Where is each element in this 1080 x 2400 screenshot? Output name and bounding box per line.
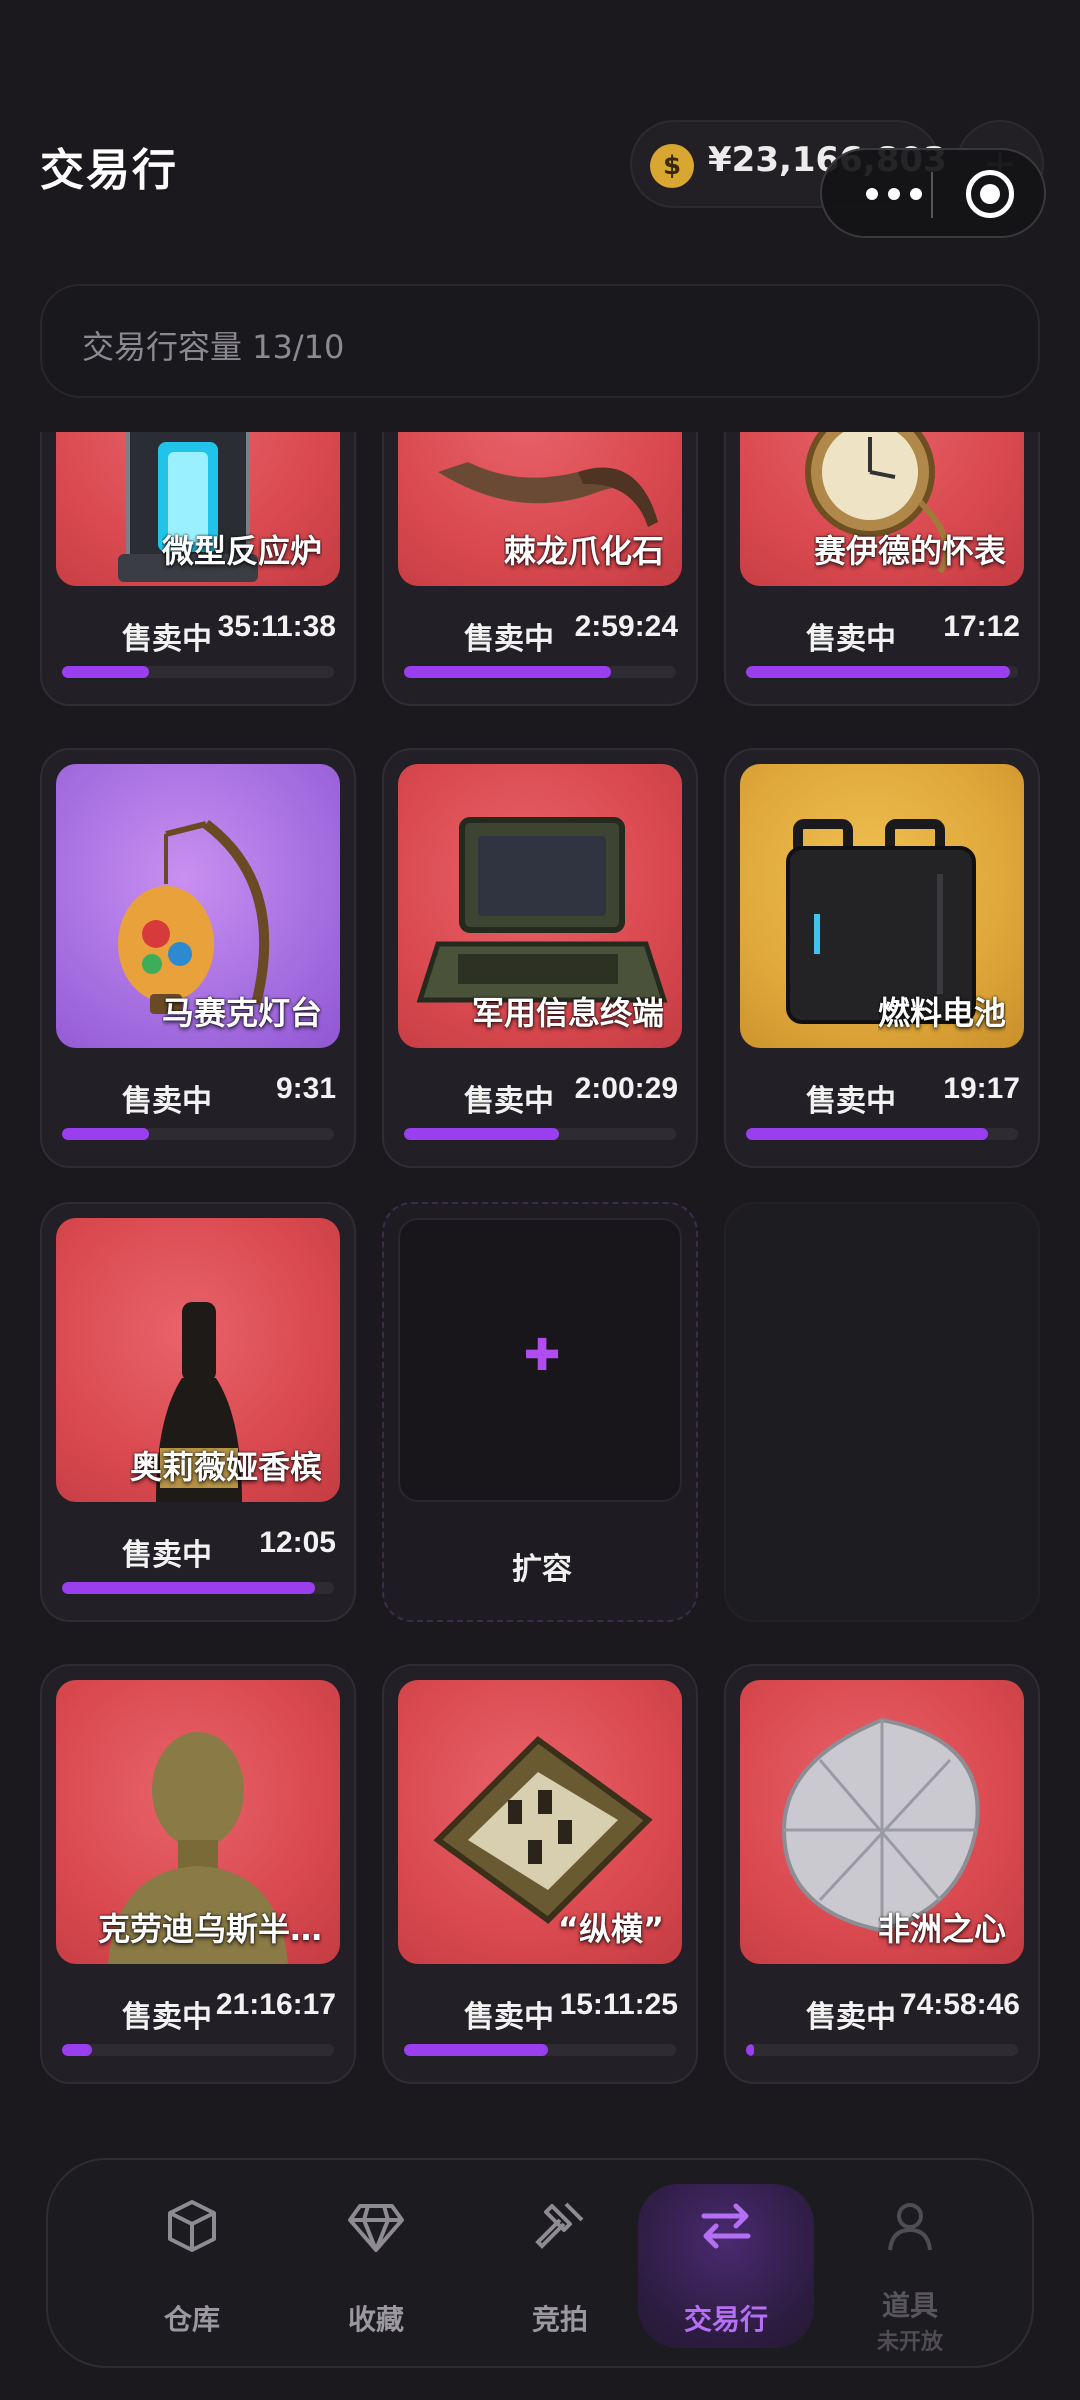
countdown-timer: 12:05 xyxy=(259,1526,336,1559)
listing-card[interactable]: “纵横” 售卖中 15:11:25 xyxy=(382,1664,698,2084)
item-thumbnail: 军用信息终端 xyxy=(398,764,682,1048)
sale-progress-bar xyxy=(62,1128,334,1140)
item-name: 燃料电池 xyxy=(877,994,1006,1032)
item-thumbnail: 赛伊德的怀表 xyxy=(740,432,1024,586)
countdown-timer: 74:58:46 xyxy=(899,1988,1020,2021)
item-thumbnail: 非洲之心 xyxy=(740,1680,1024,1964)
item-thumbnail: 奥莉薇娅香槟 xyxy=(56,1218,340,1502)
item-name: “纵横” xyxy=(557,1910,664,1948)
item-name: 军用信息终端 xyxy=(471,994,664,1032)
tab-props: 道具 未开放 xyxy=(818,2160,1002,2370)
item-name: 克劳迪乌斯半… xyxy=(97,1910,322,1948)
expand-slot: ✚ xyxy=(398,1218,682,1502)
sale-progress-bar xyxy=(746,666,1018,678)
countdown-timer: 35:11:38 xyxy=(217,610,336,643)
item-thumbnail: 克劳迪乌斯半… xyxy=(56,1680,340,1964)
expand-capacity-button[interactable]: ✚ 扩容 xyxy=(382,1202,698,1622)
capsule-divider xyxy=(931,172,933,218)
tab-label: 仓库 xyxy=(163,2303,220,2336)
expand-label: 扩容 xyxy=(512,1552,572,1587)
item-thumbnail: 微型反应炉 xyxy=(56,432,340,586)
status-label: 售卖中 xyxy=(122,2000,212,2035)
capacity-bar: 交易行容量 13/10 xyxy=(40,284,1040,398)
sale-progress-bar xyxy=(746,1128,1018,1140)
listing-card[interactable]: 奥莉薇娅香槟 售卖中 12:05 xyxy=(40,1202,356,1622)
listing-card[interactable]: 军用信息终端 售卖中 2:00:29 xyxy=(382,748,698,1168)
status-label: 售卖中 xyxy=(464,622,554,657)
tab-trading-house[interactable]: 交易行 xyxy=(638,2160,822,2370)
sale-progress-bar xyxy=(404,2044,676,2056)
sale-progress-bar xyxy=(62,666,334,678)
person-icon xyxy=(888,2203,932,2251)
listing-grid: 微型反应炉 售卖中 35:11:38 棘龙爪化石 售卖中 2:59:24 赛伊德… xyxy=(0,432,1080,2102)
countdown-timer: 2:59:24 xyxy=(574,610,678,643)
listing-card[interactable]: 棘龙爪化石 售卖中 2:59:24 xyxy=(382,432,698,706)
tab-collection[interactable]: 收藏 xyxy=(284,2160,468,2370)
listing-card[interactable]: 非洲之心 售卖中 74:58:46 xyxy=(724,1664,1040,2084)
listing-card[interactable]: 克劳迪乌斯半… 售卖中 21:16:17 xyxy=(40,1664,356,2084)
countdown-timer: 21:16:17 xyxy=(215,1988,336,2021)
capacity-text: 交易行容量 13/10 xyxy=(82,328,345,366)
plus-icon: ✚ xyxy=(523,1330,561,1381)
tab-label: 道具 xyxy=(881,2289,938,2322)
empty-slot xyxy=(724,1202,1040,1622)
sale-progress-bar xyxy=(404,666,676,678)
item-name: 奥莉薇娅香槟 xyxy=(129,1448,322,1486)
box-icon xyxy=(168,2200,216,2252)
item-thumbnail: 燃料电池 xyxy=(740,764,1024,1048)
countdown-timer: 2:00:29 xyxy=(574,1072,678,1105)
status-label: 售卖中 xyxy=(464,2000,554,2035)
status-label: 售卖中 xyxy=(806,1084,896,1119)
bottom-nav: 仓库 收藏 竞拍 交易行 道具 未开放 xyxy=(46,2158,1034,2368)
countdown-timer: 9:31 xyxy=(275,1072,336,1105)
status-label: 售卖中 xyxy=(464,1084,554,1119)
status-label: 售卖中 xyxy=(806,2000,896,2035)
gem-icon xyxy=(348,2204,404,2252)
gavel-icon xyxy=(535,2202,584,2249)
header: 交易行 $ ¥23,166,803 + xyxy=(0,0,1080,270)
status-label: 售卖中 xyxy=(122,1538,212,1573)
more-menu-icon[interactable] xyxy=(852,176,936,212)
sale-progress-bar xyxy=(404,1128,676,1140)
close-mini-program-icon[interactable] xyxy=(966,170,1014,218)
mini-program-capsule xyxy=(820,148,1046,238)
item-thumbnail: “纵横” xyxy=(398,1680,682,1964)
page-title: 交易行 xyxy=(40,145,178,196)
item-name: 赛伊德的怀表 xyxy=(813,532,1006,570)
item-name: 棘龙爪化石 xyxy=(503,532,664,570)
item-name: 微型反应炉 xyxy=(161,532,322,570)
countdown-timer: 19:17 xyxy=(943,1072,1020,1105)
listing-card[interactable]: 赛伊德的怀表 售卖中 17:12 xyxy=(724,432,1040,706)
tab-warehouse[interactable]: 仓库 xyxy=(100,2160,284,2370)
sale-progress-bar xyxy=(746,2044,1018,2056)
tab-label: 交易行 xyxy=(683,2303,768,2336)
status-label: 售卖中 xyxy=(122,1084,212,1119)
sale-progress-bar xyxy=(62,1582,334,1594)
swap-arrows-icon xyxy=(701,2203,751,2249)
tab-label: 竞拍 xyxy=(531,2303,588,2336)
listing-card[interactable]: 微型反应炉 售卖中 35:11:38 xyxy=(40,432,356,706)
countdown-timer: 15:11:25 xyxy=(559,1988,678,2021)
sale-progress-bar xyxy=(62,2044,334,2056)
tab-auction[interactable]: 竞拍 xyxy=(468,2160,652,2370)
item-thumbnail: 棘龙爪化石 xyxy=(398,432,682,586)
status-label: 售卖中 xyxy=(806,622,896,657)
countdown-timer: 17:12 xyxy=(943,610,1020,643)
tab-label: 收藏 xyxy=(347,2303,404,2336)
coin-icon: $ xyxy=(650,144,694,188)
item-thumbnail: 马赛克灯台 xyxy=(56,764,340,1048)
status-label: 售卖中 xyxy=(122,622,212,657)
item-name: 马赛克灯台 xyxy=(161,994,322,1032)
listing-card[interactable]: 马赛克灯台 售卖中 9:31 xyxy=(40,748,356,1168)
item-name: 非洲之心 xyxy=(877,1910,1006,1948)
tab-sublabel: 未开放 xyxy=(876,2330,943,2355)
listing-card[interactable]: 燃料电池 售卖中 19:17 xyxy=(724,748,1040,1168)
